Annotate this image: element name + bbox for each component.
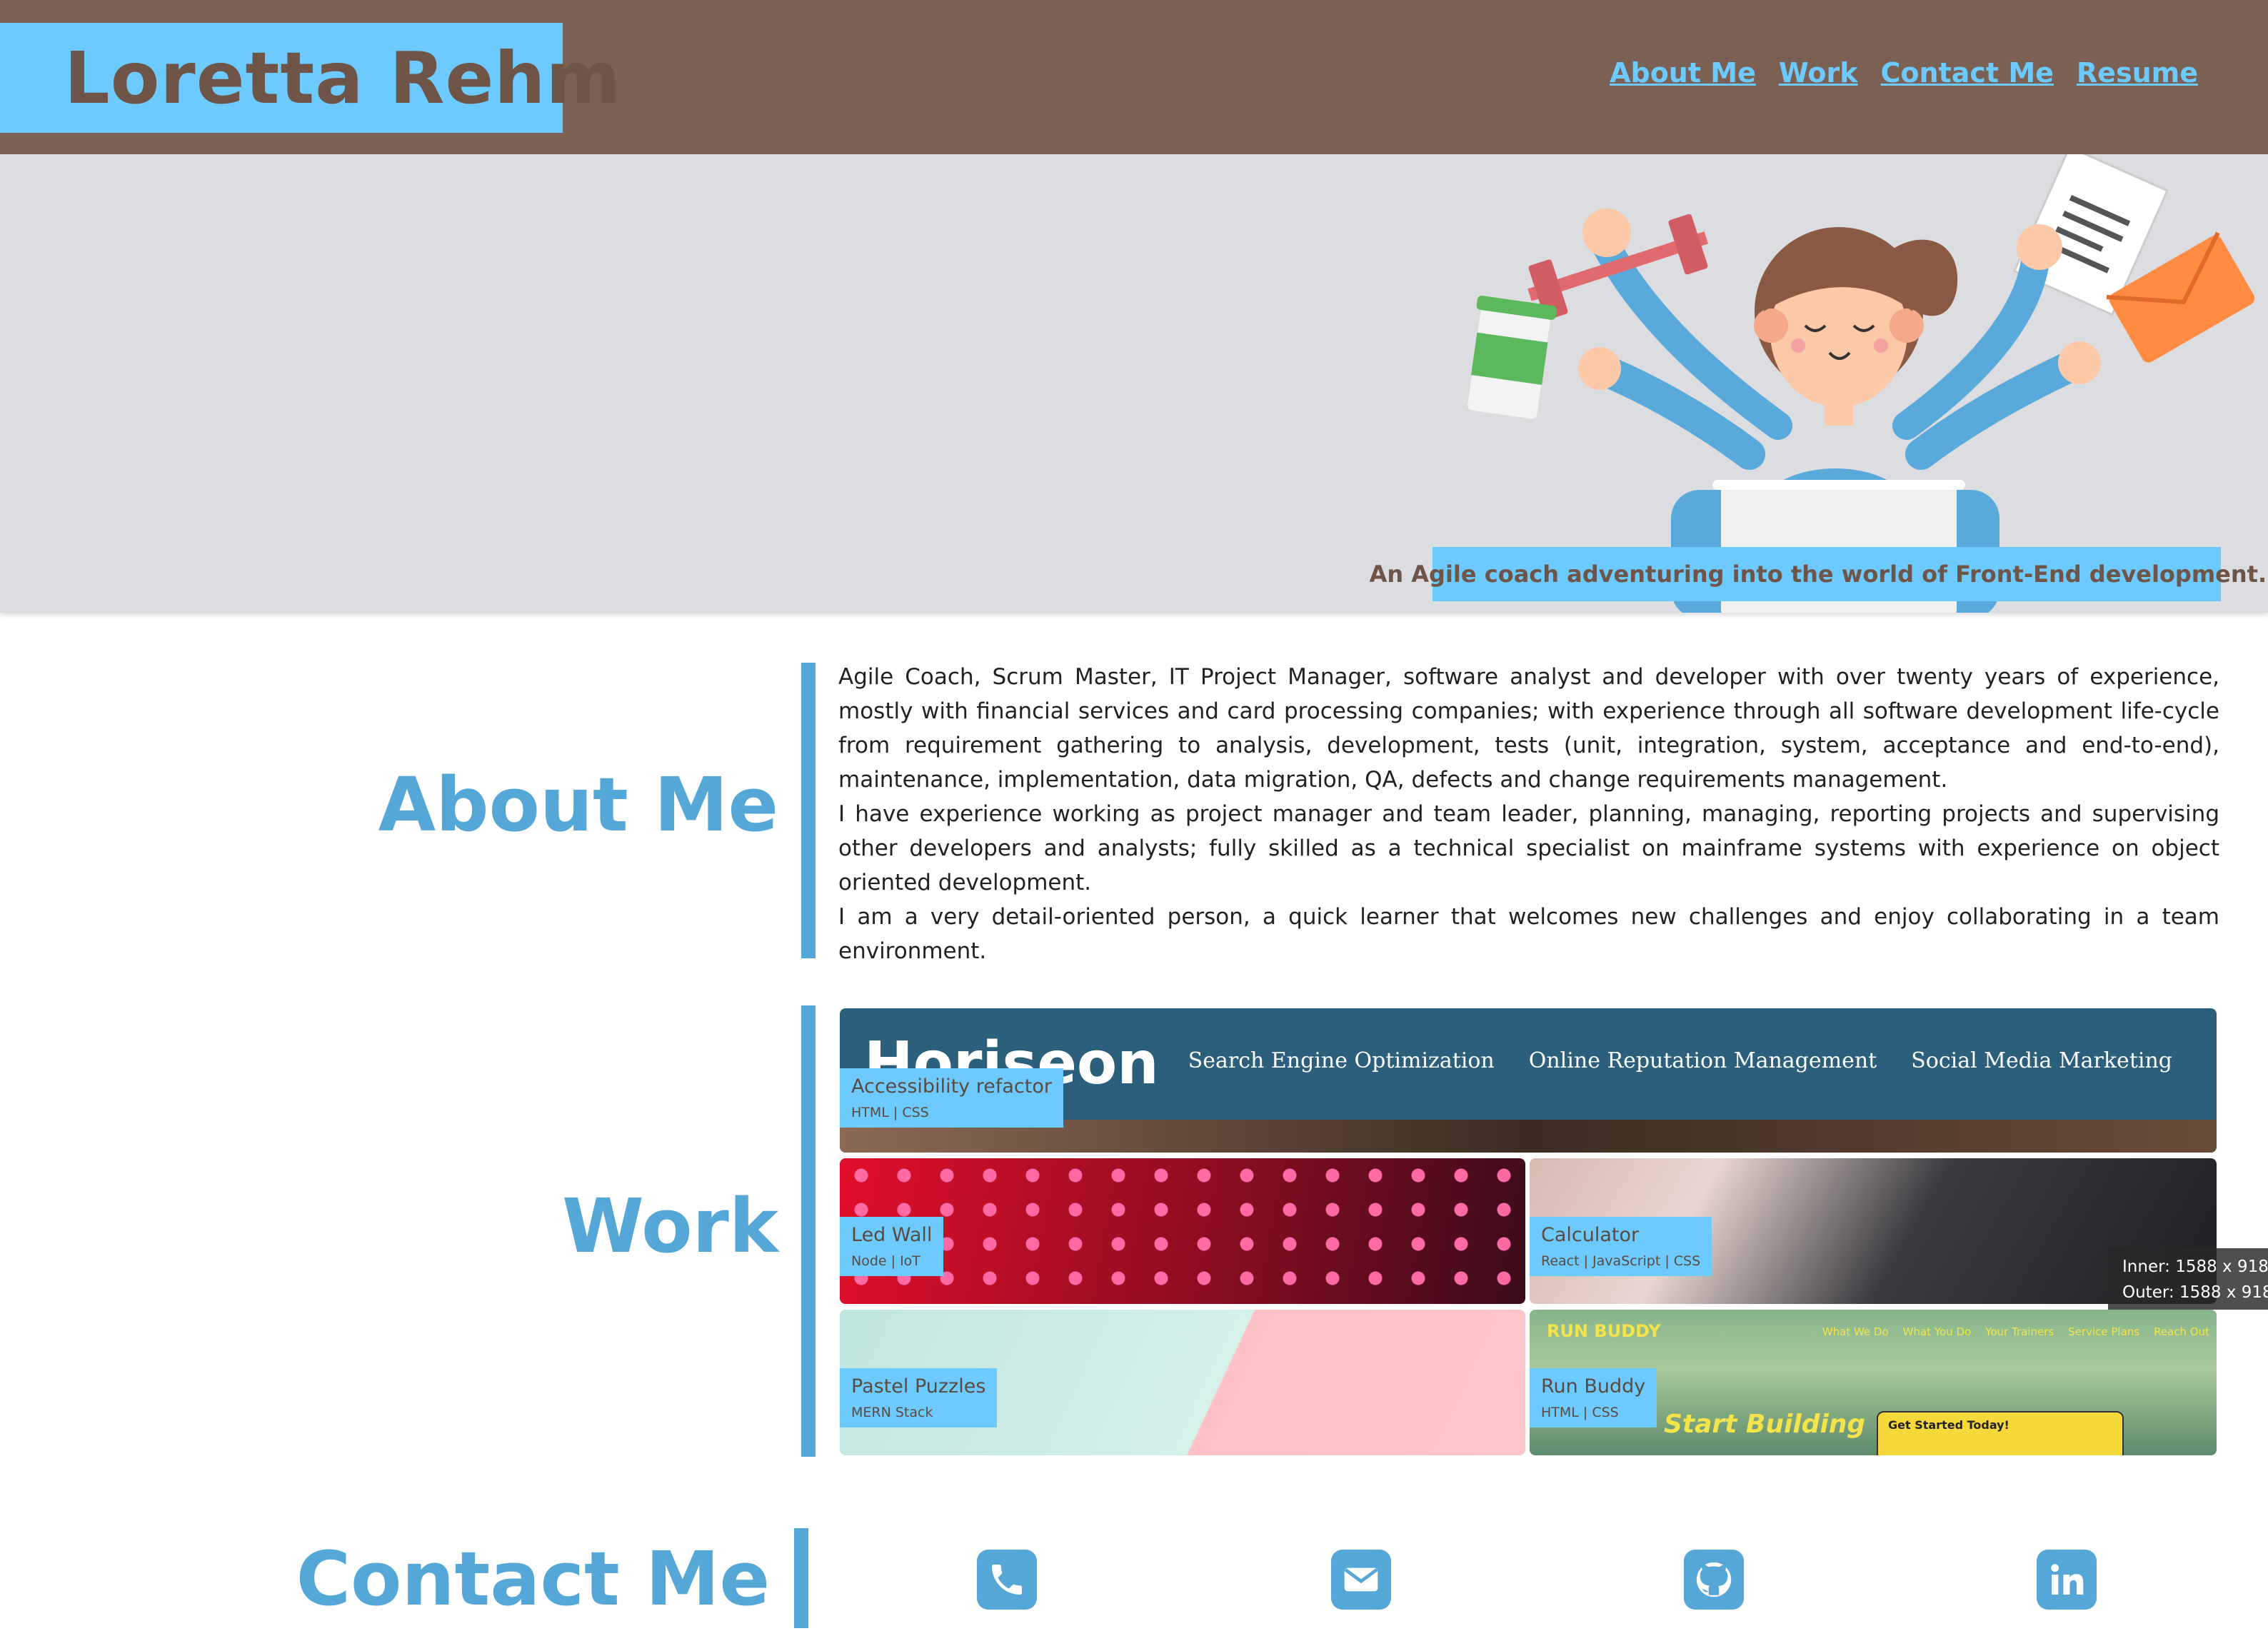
about-me-heading: About Me: [378, 761, 778, 848]
about-paragraph: I have experience working as project man…: [838, 801, 2219, 895]
main-nav: About Me Work Contact Me Resume: [1610, 57, 2198, 89]
project-label: Led Wall Node | IoT: [840, 1217, 944, 1276]
nav-contact-me-link[interactable]: Contact Me: [1881, 57, 2054, 89]
runbuddy-nav-item: Service Plans: [2068, 1325, 2140, 1338]
runbuddy-nav-item: Your Trainers: [1985, 1325, 2054, 1338]
devtools-size-tooltip: Inner: 1588 x 918 Outer: 1588 x 918: [2108, 1248, 2268, 1310]
project-tech: HTML | CSS: [851, 1105, 929, 1120]
runbuddy-logo: RUN BUDDY: [1547, 1321, 1661, 1341]
project-tech: HTML | CSS: [1541, 1405, 1619, 1420]
email-icon[interactable]: [1331, 1550, 1391, 1610]
project-title: Run Buddy: [1541, 1375, 1646, 1397]
project-label: Accessibility refactor HTML | CSS: [840, 1068, 1063, 1128]
contact-me-heading: Contact Me: [296, 1535, 770, 1622]
site-title: Loretta Rehm: [64, 36, 621, 120]
hero-tagline: An Agile coach adventuring into the worl…: [1370, 547, 2268, 601]
work-divider: [801, 1005, 816, 1457]
project-label: Pastel Puzzles MERN Stack: [840, 1368, 998, 1427]
project-tile-led-wall[interactable]: Led Wall Node | IoT: [840, 1158, 1525, 1304]
linkedin-icon[interactable]: [2037, 1550, 2097, 1610]
project-tile-pastel-puzzles[interactable]: Pastel Puzzles MERN Stack: [840, 1310, 1525, 1455]
project-title: Calculator: [1541, 1224, 1640, 1246]
project-title: Accessibility refactor: [851, 1075, 1052, 1098]
multitasking-woman-illustration: [1466, 154, 2255, 613]
project-tech: Node | IoT: [851, 1253, 920, 1269]
nav-about-me-link[interactable]: About Me: [1610, 57, 1756, 89]
project-tile-accessibility-refactor[interactable]: Horiseon Search Engine Optimization Onli…: [840, 1008, 2217, 1153]
github-icon[interactable]: [1684, 1550, 1744, 1610]
contact-divider: [794, 1528, 808, 1628]
runbuddy-nav-item: What We Do: [1822, 1325, 1889, 1338]
runbuddy-form-title: Get Started Today!: [1888, 1418, 2009, 1432]
hero-banner: An Agile coach adventuring into the worl…: [0, 154, 2268, 613]
horiseon-nav-item: Social Media Marketing: [1911, 1048, 2172, 1073]
horiseon-nav-item: Search Engine Optimization: [1188, 1048, 1495, 1073]
work-heading: Work: [562, 1183, 778, 1270]
project-tech: React | JavaScript | CSS: [1541, 1253, 1701, 1269]
about-paragraph: Agile Coach, Scrum Master, IT Project Ma…: [838, 664, 2219, 793]
project-tech: MERN Stack: [851, 1405, 933, 1420]
project-label: Run Buddy HTML | CSS: [1530, 1368, 1657, 1427]
site-header: Loretta Rehm About Me Work Contact Me Re…: [0, 0, 2268, 154]
about-me-text: Agile Coach, Scrum Master, IT Project Ma…: [838, 660, 2219, 968]
horiseon-nav: Search Engine Optimization Online Reputa…: [1188, 1048, 2172, 1073]
runbuddy-nav: What We Do What You Do Your Trainers Ser…: [1822, 1325, 2209, 1338]
project-tile-run-buddy[interactable]: RUN BUDDY What We Do What You Do Your Tr…: [1530, 1310, 2217, 1455]
runbuddy-hero-text: Start Building: [1664, 1410, 1866, 1439]
brand-block: Loretta Rehm: [0, 23, 621, 133]
outer-size-text: Outer: 1588 x 918: [2122, 1283, 2268, 1302]
runbuddy-nav-item: Reach Out: [2154, 1325, 2209, 1338]
about-divider: [801, 663, 816, 958]
project-title: Led Wall: [851, 1224, 933, 1246]
nav-work-link[interactable]: Work: [1779, 57, 1858, 89]
about-paragraph: I am a very detail-oriented person, a qu…: [838, 904, 2219, 964]
horiseon-nav-item: Online Reputation Management: [1528, 1048, 1877, 1073]
nav-resume-link[interactable]: Resume: [2077, 57, 2198, 89]
project-label: Calculator React | JavaScript | CSS: [1530, 1217, 1712, 1276]
inner-size-text: Inner: 1588 x 918: [2122, 1258, 2268, 1276]
project-title: Pastel Puzzles: [851, 1375, 986, 1397]
runbuddy-nav-item: What You Do: [1902, 1325, 1972, 1338]
runbuddy-form-card: Get Started Today!: [1877, 1411, 2124, 1455]
phone-icon[interactable]: [977, 1550, 1037, 1610]
